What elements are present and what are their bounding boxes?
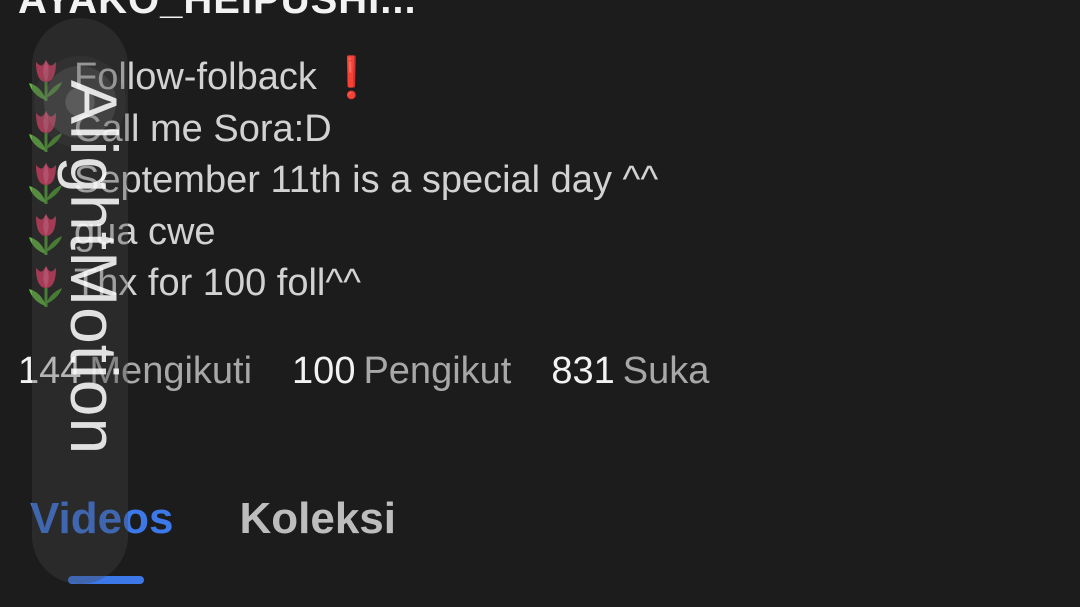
followers-count: 100 xyxy=(292,350,356,392)
tab-koleksi[interactable]: Koleksi xyxy=(239,494,396,544)
likes-count: 831 xyxy=(551,350,615,392)
bio-text: September 11th is a special day ^^ xyxy=(74,159,659,202)
alight-motion-watermark: AlightMotion xyxy=(32,18,131,584)
watermark-text: AlightMotion xyxy=(57,80,131,456)
stat-followers[interactable]: 100 Pengikut xyxy=(292,350,511,393)
stat-likes[interactable]: 831 Suka xyxy=(551,350,709,393)
likes-label: Suka xyxy=(622,350,710,392)
exclamation-icon: ❗ xyxy=(326,56,377,101)
followers-label: Pengikut xyxy=(363,350,512,392)
